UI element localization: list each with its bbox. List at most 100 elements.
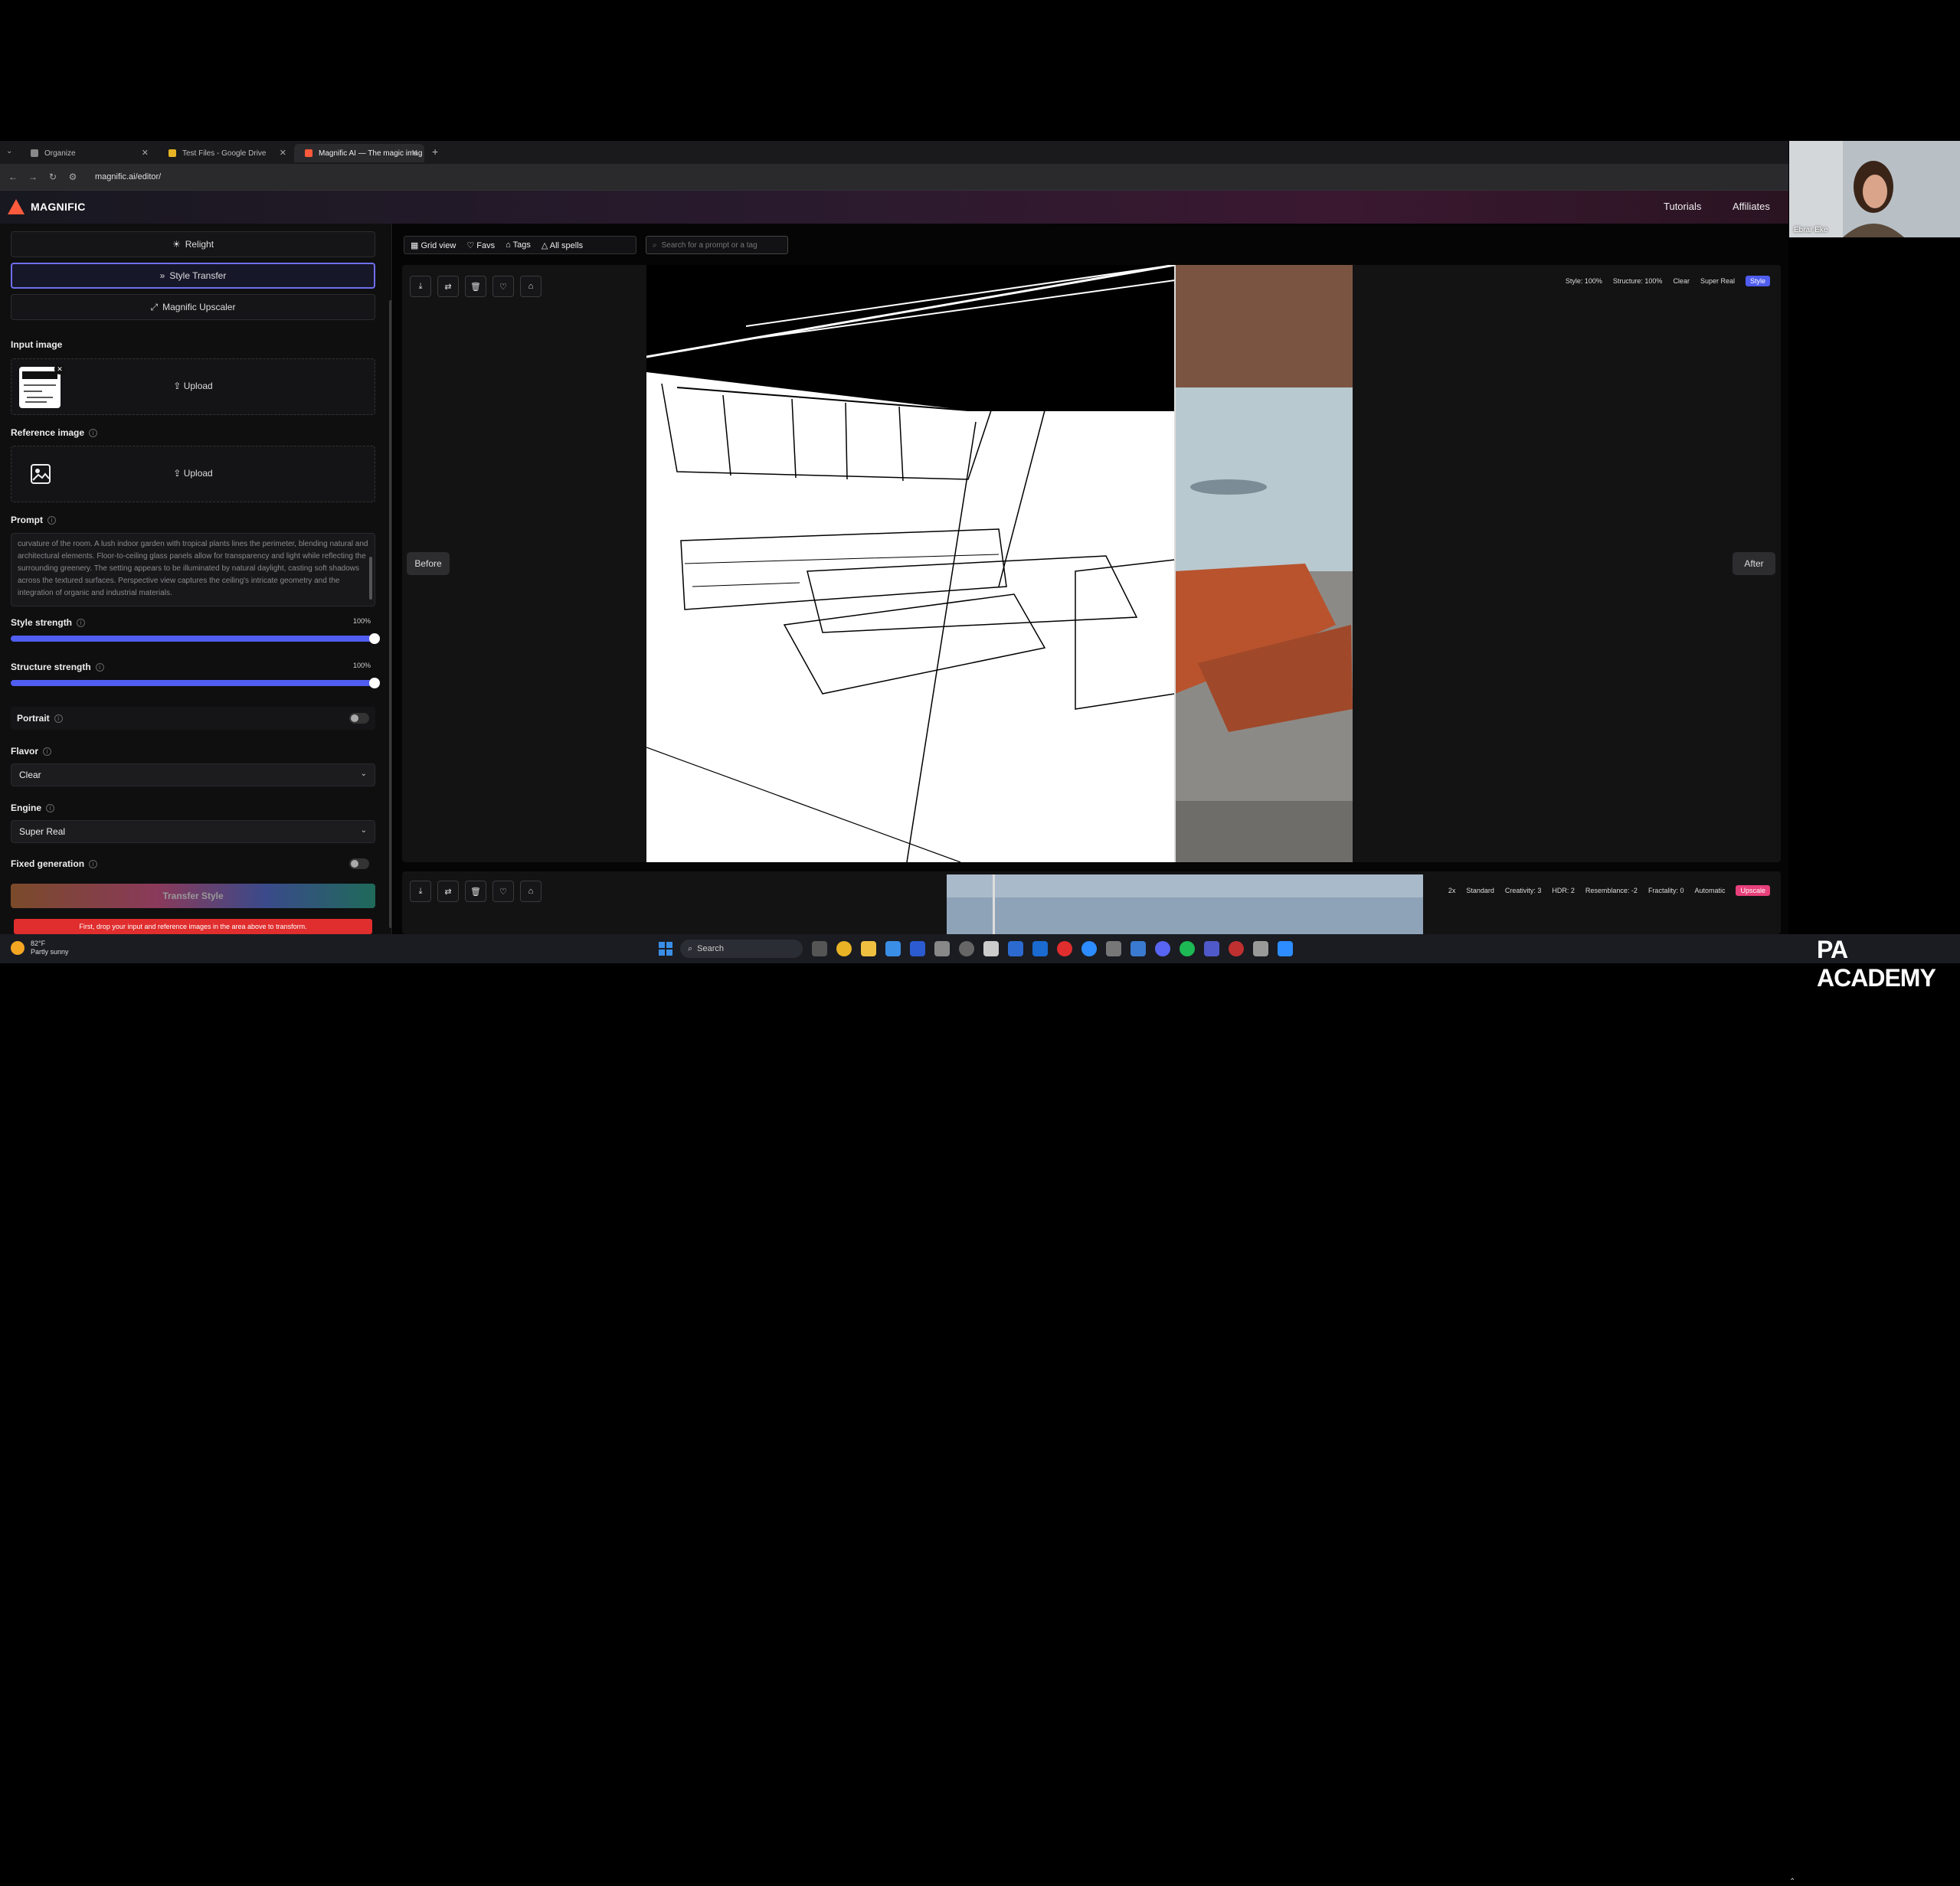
windows-start-icon[interactable] (659, 942, 672, 956)
prompt-scrollbar[interactable] (369, 557, 372, 600)
panel-scrollbar[interactable] (389, 300, 391, 928)
fixed-generation-toggle[interactable] (349, 858, 369, 869)
download-button[interactable]: ⤓ (410, 881, 431, 902)
style-strength-slider[interactable]: Style strength i 100% (11, 617, 380, 644)
style-meta: Style: 100% (1565, 277, 1602, 285)
app-icon[interactable] (934, 941, 950, 956)
weather-widget[interactable]: 82°F Partly sunny (11, 940, 69, 956)
discord-icon[interactable] (1155, 941, 1170, 956)
reference-image-dropzone[interactable]: ⇪ Upload (11, 446, 375, 502)
info-icon[interactable]: i (46, 803, 55, 812)
info-icon[interactable]: i (54, 714, 63, 723)
reference-upload-button[interactable]: ⇪ Upload (11, 468, 375, 479)
info-icon[interactable]: i (47, 515, 56, 525)
flavor-select[interactable]: Clear ⌄ (11, 763, 375, 786)
opera-icon[interactable] (1229, 941, 1244, 956)
style-transfer-button[interactable]: » Style Transfer (11, 263, 375, 289)
slider-track[interactable] (11, 678, 380, 688)
all-spells-button[interactable]: △ All spells (542, 240, 583, 250)
left-settings-panel: ☀ Relight » Style Transfer ⤢ Magnific Up… (0, 224, 392, 934)
zoom-icon[interactable] (1081, 941, 1097, 956)
tab-favicon-icon (31, 149, 38, 157)
outlook-icon[interactable] (1131, 941, 1146, 956)
before-button[interactable]: Before (407, 552, 450, 575)
slider-knob[interactable] (369, 678, 380, 688)
browser-tab-drive[interactable]: Test Files - Google Drive ✕ (158, 144, 293, 162)
magnific-upscaler-button[interactable]: ⤢ Magnific Upscaler (11, 294, 375, 320)
site-info-icon[interactable]: ⚙ (66, 172, 80, 182)
outlook-icon[interactable] (1032, 941, 1048, 956)
transfer-style-button[interactable]: Transfer Style (11, 884, 375, 908)
download-button[interactable]: ⤓ (410, 276, 431, 297)
info-icon[interactable]: i (89, 428, 98, 437)
reuse-button[interactable]: ⇄ (437, 881, 459, 902)
chrome-icon[interactable] (836, 941, 852, 956)
browser-tab-magnific[interactable]: Magnific AI — The magic imag ✕ (294, 144, 424, 162)
delete-button[interactable]: 🗑 (465, 881, 486, 902)
notion-icon[interactable] (983, 941, 999, 956)
engine-select[interactable]: Super Real ⌄ (11, 820, 375, 843)
portrait-toggle[interactable] (349, 713, 369, 724)
back-icon[interactable]: ← (6, 172, 20, 182)
close-tab-icon[interactable]: ✕ (280, 148, 286, 158)
input-image-dropzone[interactable]: ✕ ⇪ Upload (11, 358, 375, 415)
tag-icon: ⌂ (506, 240, 511, 250)
weather-description: Partly sunny (31, 948, 69, 956)
structure-strength-slider[interactable]: Structure strength i 100% (11, 662, 380, 688)
delete-button[interactable]: 🗑 (465, 276, 486, 297)
reuse-button[interactable]: ⇄ (437, 276, 459, 297)
youtube-icon[interactable] (1057, 941, 1072, 956)
new-tab-icon[interactable]: + (432, 145, 438, 158)
affiliates-link[interactable]: Affiliates (1733, 201, 1770, 212)
tab-list-icon[interactable]: ⌄ (6, 147, 12, 155)
search-input[interactable] (661, 240, 777, 250)
url-field[interactable]: magnific.ai/editor/ (95, 172, 161, 181)
app-icon[interactable] (1106, 941, 1121, 956)
search-icon: ⌕ (653, 240, 657, 250)
expand-icon: ⤢ (150, 301, 159, 312)
tag-button[interactable]: ⌂ (520, 276, 542, 297)
favorite-button[interactable]: ♡ (492, 881, 514, 902)
task-view-icon[interactable] (812, 941, 827, 956)
partly-sunny-icon (11, 941, 25, 955)
capcut-icon[interactable] (1253, 941, 1268, 956)
teams-icon[interactable] (1204, 941, 1219, 956)
favs-button[interactable]: ♡ Favs (466, 240, 495, 250)
slider-knob[interactable] (369, 633, 380, 644)
close-tab-icon[interactable]: ✕ (411, 148, 418, 158)
word-icon[interactable] (1008, 941, 1023, 956)
grid-icon: ▦ (411, 240, 419, 250)
vscode-icon[interactable] (910, 941, 925, 956)
info-icon[interactable]: i (43, 747, 52, 756)
prompt-textarea[interactable]: curvature of the room. A lush indoor gar… (11, 533, 375, 606)
system-tray-chevron-icon[interactable]: ⌃ (1789, 1878, 1795, 1886)
browser-tab-organize[interactable]: Organize ✕ (20, 144, 155, 162)
favorite-button[interactable]: ♡ (492, 276, 514, 297)
reload-icon[interactable]: ↻ (46, 172, 60, 182)
input-upload-button[interactable]: ⇪ Upload (11, 381, 375, 391)
grid-view-button[interactable]: ▦ Grid view (411, 240, 456, 250)
before-after-comparison-image[interactable] (646, 265, 1353, 862)
brand-logo[interactable]: MAGNIFIC (8, 199, 86, 214)
after-button[interactable]: After (1733, 552, 1775, 575)
info-icon[interactable]: i (77, 618, 86, 627)
heart-icon: ♡ (466, 240, 475, 250)
remove-image-icon[interactable]: ✕ (54, 364, 65, 374)
info-icon[interactable]: i (89, 859, 98, 868)
tag-button[interactable]: ⌂ (520, 881, 542, 902)
tags-button[interactable]: ⌂ Tags (506, 240, 531, 250)
file-explorer-icon[interactable] (861, 941, 876, 956)
relight-button[interactable]: ☀ Relight (11, 231, 375, 257)
openai-icon[interactable] (959, 941, 974, 956)
close-tab-icon[interactable]: ✕ (142, 148, 149, 158)
flavor-label: Flavor i (11, 746, 52, 757)
forward-icon[interactable]: → (26, 172, 40, 182)
upscale-result-image[interactable] (947, 874, 1423, 934)
taskbar-search[interactable]: ⌕ Search (680, 940, 803, 958)
info-icon[interactable]: i (95, 662, 104, 672)
slider-track[interactable] (11, 633, 380, 644)
app-icon[interactable] (1278, 941, 1293, 956)
photos-icon[interactable] (885, 941, 901, 956)
tutorials-link[interactable]: Tutorials (1664, 201, 1701, 212)
spotify-icon[interactable] (1180, 941, 1195, 956)
